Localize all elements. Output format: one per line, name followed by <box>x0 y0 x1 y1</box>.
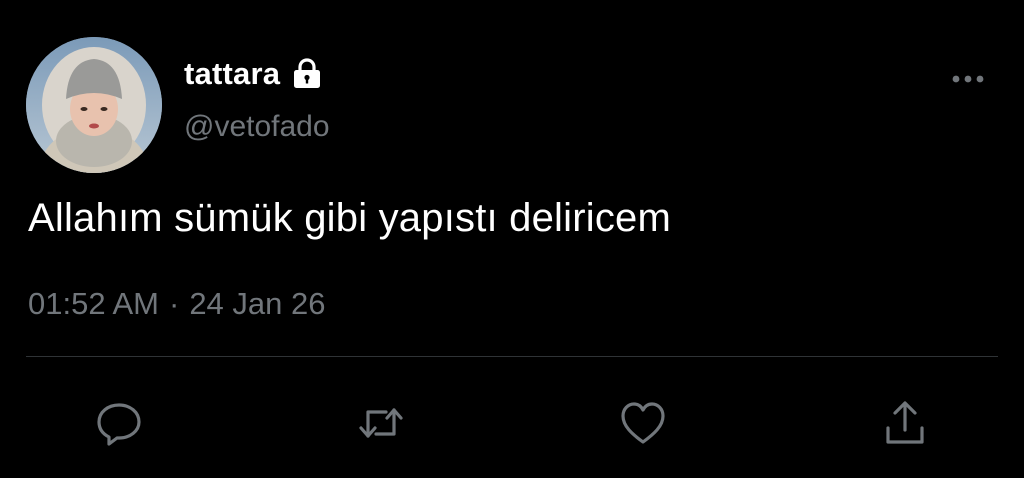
like-button[interactable] <box>618 398 668 448</box>
more-icon[interactable] <box>948 64 988 94</box>
share-button[interactable] <box>880 398 930 448</box>
avatar-image <box>26 37 162 173</box>
meta-separator: · <box>168 286 180 321</box>
retweet-button[interactable] <box>356 398 406 448</box>
lock-icon <box>289 56 325 92</box>
tweet-time[interactable]: 01:52 AM <box>28 286 159 321</box>
reply-button[interactable] <box>94 398 144 448</box>
tweet-meta: 01:52 AM · 24 Jan 26 <box>28 286 325 322</box>
share-icon <box>886 401 924 444</box>
tweet-card: tattara @vetofado Allahım sümük gibi yap… <box>0 0 1024 478</box>
divider <box>26 356 998 357</box>
tweet-text: Allahım sümük gibi yapıstı deliricem <box>28 196 671 240</box>
reply-icon <box>97 403 141 446</box>
heart-icon <box>621 402 665 444</box>
avatar[interactable] <box>26 37 162 173</box>
tweet-date[interactable]: 24 Jan 26 <box>189 286 325 321</box>
display-name[interactable]: tattara <box>184 56 280 92</box>
user-name-row: tattara <box>184 52 325 96</box>
user-handle[interactable]: @vetofado <box>184 110 330 144</box>
retweet-icon <box>359 408 403 438</box>
